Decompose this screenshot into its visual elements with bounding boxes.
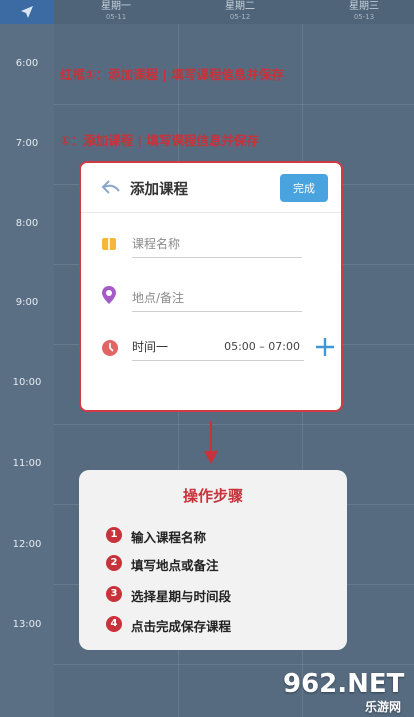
step-text: 点击完成保存课程 bbox=[131, 619, 232, 634]
dialog-title: 添加课程 bbox=[130, 182, 188, 198]
time-label: 11:00 bbox=[12, 458, 42, 469]
day-header-tue[interactable]: 星期二 05-12 bbox=[178, 0, 302, 24]
location-input[interactable]: 地点/备注 bbox=[132, 285, 302, 312]
day-date: 05-13 bbox=[353, 13, 375, 21]
location-pin-icon bbox=[101, 285, 117, 309]
divider bbox=[81, 212, 341, 213]
time-slot-field[interactable]: 时间一 05:00 – 07:00 bbox=[132, 334, 304, 361]
day-date: 05-12 bbox=[229, 13, 251, 21]
step-number: 4 bbox=[106, 616, 122, 632]
grid-line bbox=[54, 104, 414, 105]
annotation-note: 红框①：添加课程 | 填写课程信息并保存 bbox=[60, 67, 284, 82]
add-time-button[interactable] bbox=[315, 337, 335, 361]
grid-line bbox=[54, 424, 414, 425]
day-name: 星期三 bbox=[349, 1, 379, 12]
course-name-input[interactable]: 课程名称 bbox=[132, 231, 302, 258]
down-arrow-icon bbox=[204, 421, 218, 469]
time-slot-label: 时间一 bbox=[132, 340, 169, 354]
step-text: 输入课程名称 bbox=[131, 530, 207, 545]
watermark-logo: 962.NET 乐游网 bbox=[283, 669, 409, 714]
day-date: 05-11 bbox=[105, 13, 127, 21]
back-arrow-icon bbox=[101, 180, 120, 194]
time-label: 9:00 bbox=[15, 297, 39, 308]
time-label: 6:00 bbox=[15, 58, 39, 69]
book-icon bbox=[101, 236, 117, 256]
steps-card: 操作步骤 1 输入课程名称 2 填写地点或备注 3 选择星期与时间段 4 点击完… bbox=[79, 470, 347, 650]
step-text: 选择星期与时间段 bbox=[131, 589, 232, 604]
step-text: 填写地点或备注 bbox=[131, 558, 219, 573]
time-label: 10:00 bbox=[12, 377, 42, 388]
step-number: 3 bbox=[106, 586, 122, 602]
time-slot-range: 05:00 – 07:00 bbox=[224, 340, 300, 353]
grid-line bbox=[54, 664, 414, 665]
annotation-note: ①：添加课程 | 填写课程信息并保存 bbox=[60, 133, 259, 148]
steps-title: 操作步骤 bbox=[182, 487, 243, 505]
watermark-sub: 乐游网 bbox=[365, 700, 402, 714]
day-name: 星期一 bbox=[101, 1, 131, 12]
time-label: 8:00 bbox=[15, 218, 39, 229]
day-name: 星期二 bbox=[225, 1, 255, 12]
add-course-dialog: 添加课程 完成 课程名称 地点/备注 时间一 05:00 – 07:00 bbox=[79, 161, 343, 412]
time-label: 13:00 bbox=[12, 619, 42, 630]
time-column bbox=[0, 24, 54, 717]
step-number: 1 bbox=[106, 527, 122, 543]
time-label: 12:00 bbox=[12, 539, 42, 550]
nav-button[interactable] bbox=[0, 0, 54, 24]
day-header-wed[interactable]: 星期三 05-13 bbox=[302, 0, 414, 24]
done-button[interactable]: 完成 bbox=[280, 174, 328, 202]
watermark-main: 962.NET bbox=[283, 669, 405, 699]
plus-icon bbox=[316, 338, 334, 356]
navigation-arrow-icon bbox=[21, 6, 33, 18]
time-label: 7:00 bbox=[15, 138, 39, 149]
clock-icon bbox=[101, 339, 119, 361]
week-header: 星期一 05-11 星期二 05-12 星期三 05-13 bbox=[0, 0, 414, 24]
schedule-screen: 星期一 05-11 星期二 05-12 星期三 05-13 6:00 7:00 … bbox=[0, 0, 414, 717]
day-header-mon[interactable]: 星期一 05-11 bbox=[54, 0, 178, 24]
step-number: 2 bbox=[106, 555, 122, 571]
back-button[interactable] bbox=[101, 179, 121, 199]
